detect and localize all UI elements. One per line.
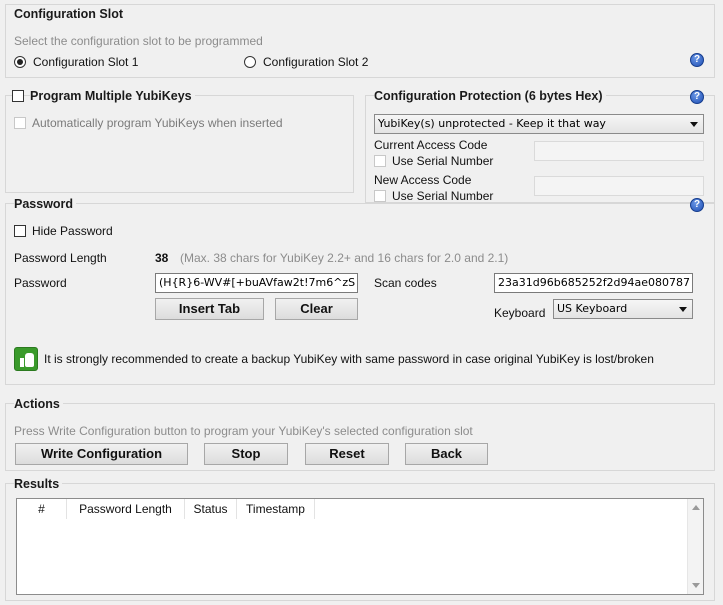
scroll-up-icon[interactable] — [692, 505, 700, 510]
chevron-down-icon — [690, 122, 698, 127]
current-serial-label: Use Serial Number — [392, 154, 494, 168]
password-field-label: Password — [14, 276, 67, 290]
results-title: Results — [14, 477, 63, 491]
scan-codes-label: Scan codes — [374, 276, 437, 290]
column-header-index[interactable]: # — [17, 499, 67, 519]
backup-recommendation: It is strongly recommended to create a b… — [44, 352, 654, 366]
results-table[interactable]: # Password Length Status Timestamp — [16, 498, 704, 595]
column-header-password-length[interactable]: Password Length — [67, 499, 185, 519]
slot2-label[interactable]: Configuration Slot 2 — [263, 55, 368, 69]
reset-button[interactable]: Reset — [305, 443, 389, 465]
slot1-radio[interactable] — [14, 56, 26, 68]
password-title: Password — [14, 197, 77, 211]
write-configuration-button[interactable]: Write Configuration — [15, 443, 188, 465]
scroll-down-icon[interactable] — [692, 583, 700, 588]
thumbs-up-icon — [14, 347, 38, 371]
password-help-icon[interactable]: ? — [690, 198, 704, 212]
hide-password-checkbox[interactable] — [14, 225, 26, 237]
auto-program-label: Automatically program YubiKeys when inse… — [32, 116, 283, 130]
current-serial-checkbox[interactable] — [374, 155, 386, 167]
current-access-input[interactable] — [534, 141, 704, 161]
slot1-label[interactable]: Configuration Slot 1 — [33, 55, 138, 69]
back-button[interactable]: Back — [405, 443, 488, 465]
keyboard-label: Keyboard — [494, 306, 546, 320]
auto-program-checkbox[interactable] — [14, 117, 26, 129]
new-access-input[interactable] — [534, 176, 704, 196]
insert-tab-button[interactable]: Insert Tab — [155, 298, 264, 320]
keyboard-select-value: US Keyboard — [557, 302, 628, 315]
password-length-note: (Max. 38 chars for YubiKey 2.2+ and 16 c… — [180, 251, 509, 265]
current-access-label: Current Access Code — [374, 138, 488, 152]
protection-select-value: YubiKey(s) unprotected - Keep it that wa… — [378, 117, 606, 130]
new-serial-label: Use Serial Number — [392, 189, 494, 203]
protection-help-icon[interactable]: ? — [690, 90, 704, 104]
new-serial-checkbox[interactable] — [374, 190, 386, 202]
program-multiple-checkbox[interactable] — [12, 90, 24, 102]
multiple-panel — [5, 95, 354, 193]
clear-button[interactable]: Clear — [275, 298, 358, 320]
hide-password-label: Hide Password — [32, 224, 113, 238]
stop-button[interactable]: Stop — [204, 443, 288, 465]
column-header-status[interactable]: Status — [185, 499, 237, 519]
multiple-title: Program Multiple YubiKeys — [30, 89, 195, 103]
password-length-value: 38 — [155, 251, 169, 265]
password-input[interactable]: (H{R}6-WV#[+buAVfaw2t!7m6^zS — [155, 273, 358, 293]
column-header-timestamp[interactable]: Timestamp — [237, 499, 315, 519]
protection-select[interactable]: YubiKey(s) unprotected - Keep it that wa… — [374, 114, 704, 134]
slot2-radio[interactable] — [244, 56, 256, 68]
protection-title: Configuration Protection (6 bytes Hex) — [374, 89, 606, 103]
actions-title: Actions — [14, 397, 63, 411]
chevron-down-icon — [679, 307, 687, 312]
results-scrollbar[interactable] — [687, 499, 703, 594]
new-access-label: New Access Code — [374, 173, 472, 187]
config-slot-help-icon[interactable]: ? — [690, 53, 704, 67]
keyboard-select[interactable]: US Keyboard — [553, 299, 693, 319]
config-slot-subtitle: Select the configuration slot to be prog… — [14, 34, 263, 48]
actions-subtitle: Press Write Configuration button to prog… — [14, 424, 473, 438]
password-length-label: Password Length — [14, 251, 107, 265]
config-slot-title: Configuration Slot — [14, 7, 124, 21]
scan-codes-input[interactable]: 23a31d96b685252f2d94ae080787 — [494, 273, 693, 293]
